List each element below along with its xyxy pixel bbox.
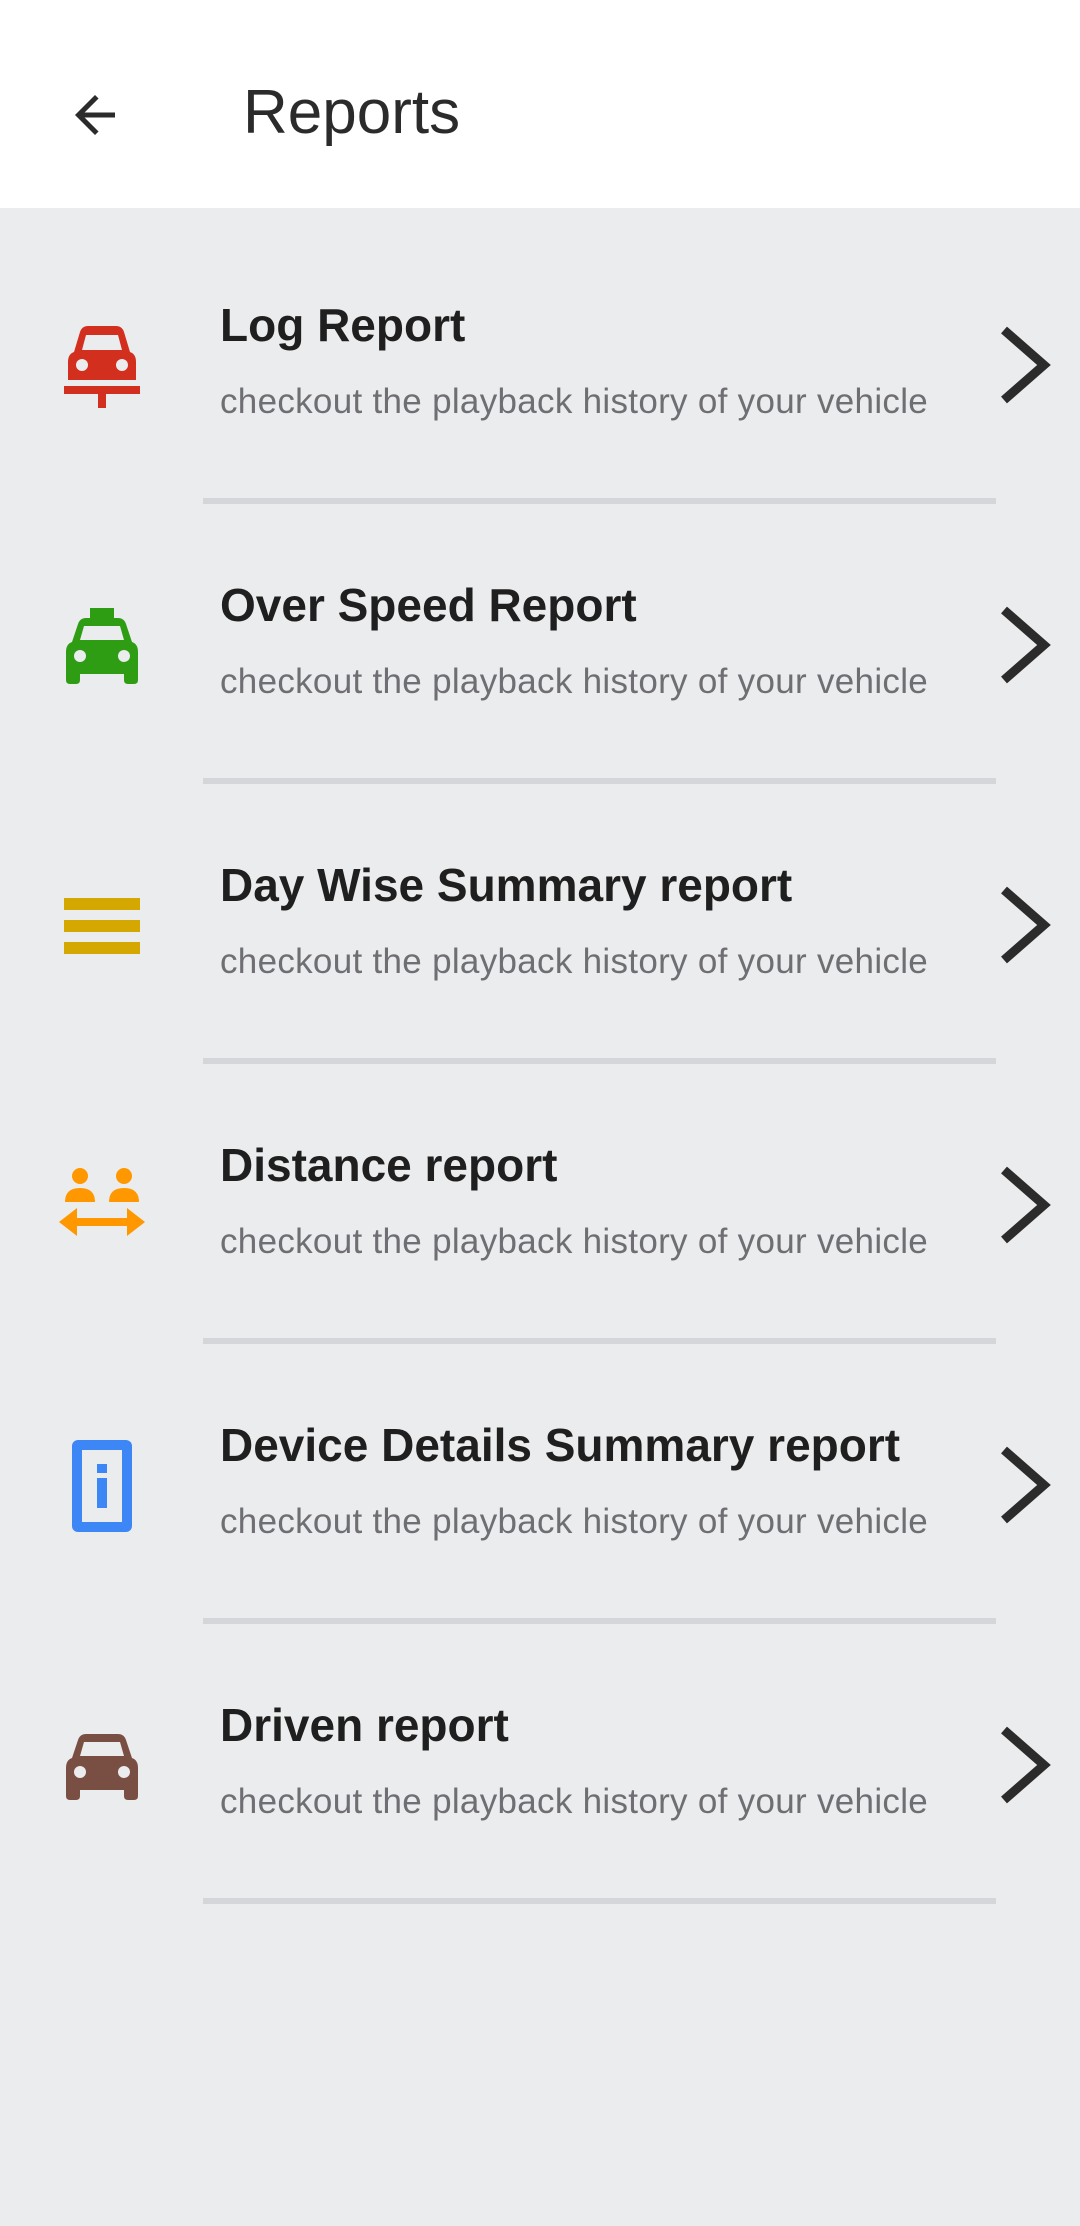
item-title: Driven report <box>220 1699 509 1751</box>
chevron-right-icon <box>1001 886 1051 964</box>
car-icon <box>52 1716 152 1816</box>
divider <box>203 1898 996 1904</box>
item-subtitle: checkout the playback history of your ve… <box>220 1502 929 1541</box>
item-title: Device Details Summary report <box>220 1419 901 1471</box>
equal-bars-icon <box>52 876 152 976</box>
chevron-right-icon <box>1001 1726 1051 1804</box>
chevron-right-icon <box>1001 606 1051 684</box>
item-title: Log Report <box>220 299 466 351</box>
chevron-right-icon <box>1001 1446 1051 1524</box>
item-subtitle: checkout the playback history of your ve… <box>220 942 929 981</box>
list-item-device-details-summary-report[interactable]: Device Details Summary report checkout t… <box>0 1328 1080 1624</box>
arrow-left-icon <box>75 95 115 135</box>
list-item-driven-report[interactable]: Driven report checkout the playback hist… <box>0 1608 1080 1904</box>
back-button[interactable] <box>50 70 140 160</box>
device-info-icon <box>52 1436 152 1536</box>
chevron-right-icon <box>1001 1166 1051 1244</box>
report-list: Log Report checkout the playback history… <box>0 208 1080 1904</box>
social-distance-icon <box>52 1156 152 1256</box>
list-item-log-report[interactable]: Log Report checkout the playback history… <box>0 208 1080 504</box>
item-subtitle: checkout the playback history of your ve… <box>220 662 929 701</box>
chevron-right-icon <box>1001 326 1051 404</box>
page-title: Reports <box>243 78 461 147</box>
list-item-over-speed-report[interactable]: Over Speed Report checkout the playback … <box>0 488 1080 784</box>
taxi-icon <box>52 596 152 696</box>
item-subtitle: checkout the playback history of your ve… <box>220 1222 929 1261</box>
app-bar: Reports <box>0 0 1080 208</box>
item-subtitle: checkout the playback history of your ve… <box>220 1782 929 1821</box>
list-item-day-wise-summary-report[interactable]: Day Wise Summary report checkout the pla… <box>0 768 1080 1064</box>
item-title: Day Wise Summary report <box>220 859 793 911</box>
item-subtitle: checkout the playback history of your ve… <box>220 382 929 421</box>
item-title: Distance report <box>220 1139 558 1191</box>
list-item-distance-report[interactable]: Distance report checkout the playback hi… <box>0 1048 1080 1344</box>
item-title: Over Speed Report <box>220 579 637 631</box>
car-stand-icon <box>52 316 152 416</box>
